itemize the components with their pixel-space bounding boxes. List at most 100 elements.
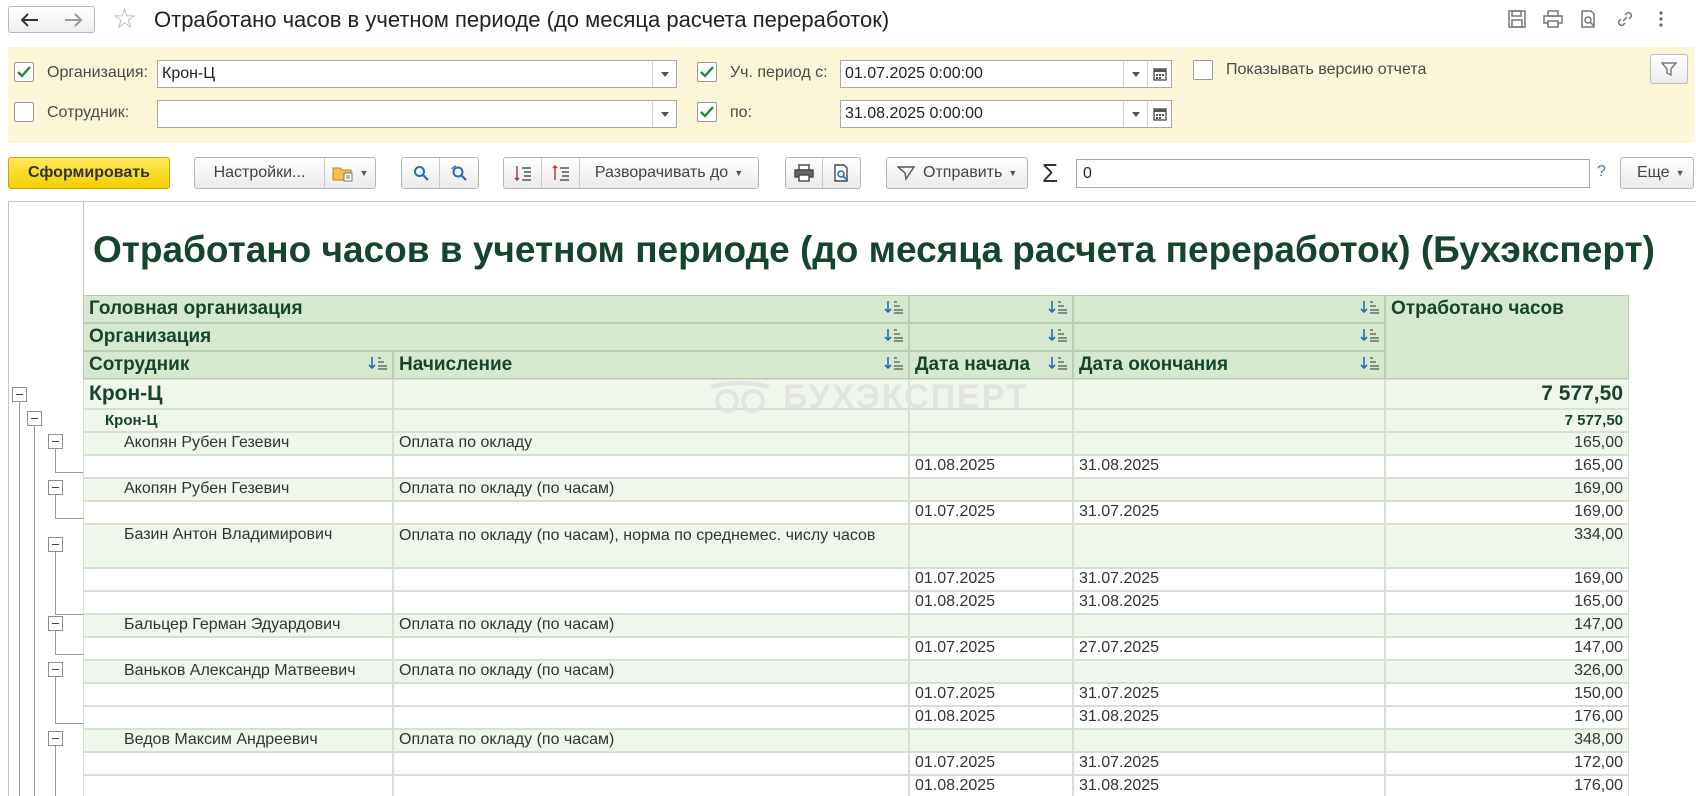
- organization-field[interactable]: Крон-Ц: [157, 60, 677, 88]
- filter-settings-button[interactable]: [1650, 54, 1688, 84]
- period-to-field[interactable]: 31.08.2025 0:00:00: [840, 100, 1172, 128]
- collapse-employee-toggle[interactable]: [48, 434, 63, 449]
- period-to-dropdown-button[interactable]: [1123, 101, 1147, 127]
- header-start-group-2[interactable]: [909, 323, 1073, 351]
- print-preview-button[interactable]: [823, 158, 860, 188]
- preview-icon[interactable]: [1578, 8, 1600, 30]
- detail-hours: 176,00: [1385, 775, 1629, 796]
- collapse-employee-toggle[interactable]: [48, 537, 63, 552]
- folder-settings-icon: [332, 167, 353, 182]
- help-link[interactable]: ?: [1597, 163, 1606, 181]
- favorite-star-icon[interactable]: ☆: [112, 5, 137, 33]
- period-from-label: Уч. период с:: [730, 64, 828, 81]
- more-vertical-icon[interactable]: [1650, 8, 1672, 30]
- expand-to-button[interactable]: Разворачивать до ▼: [580, 158, 758, 188]
- grouping-group: Разворачивать до ▼: [503, 157, 759, 189]
- header-org[interactable]: Организация: [83, 323, 909, 351]
- report-variant-button[interactable]: ▼: [325, 158, 375, 188]
- generate-button[interactable]: Сформировать: [8, 157, 170, 189]
- employee-accrual: Оплата по окладу (по часам): [393, 614, 909, 637]
- group1-end: [1073, 379, 1385, 409]
- send-button[interactable]: Отправить ▼: [886, 157, 1028, 189]
- employee-end: [1073, 729, 1385, 752]
- expand-all-button[interactable]: [542, 158, 580, 188]
- employee-dropdown-button[interactable]: [652, 101, 676, 127]
- period-to-label: по:: [730, 104, 753, 121]
- forward-button[interactable]: [51, 6, 95, 33]
- detail-employee: [83, 775, 393, 796]
- detail-date-end: 31.08.2025: [1073, 455, 1385, 478]
- organization-dropdown-button[interactable]: [652, 61, 676, 87]
- sum-icon: Σ: [1042, 158, 1059, 188]
- header-start-group-1[interactable]: [909, 295, 1073, 323]
- link-icon[interactable]: [1614, 8, 1636, 30]
- chevron-down-icon: ▼: [1675, 168, 1685, 178]
- find-button[interactable]: [402, 158, 440, 188]
- more-button[interactable]: Еще ▼: [1620, 157, 1694, 189]
- expand-groups-icon: [552, 165, 569, 181]
- tree-line: [19, 402, 20, 796]
- period-from-calendar-button[interactable]: [1147, 61, 1171, 87]
- search-next-icon: [451, 165, 467, 181]
- find-next-button[interactable]: [440, 158, 478, 188]
- show-version-checkbox[interactable]: [1193, 60, 1213, 80]
- collapse-group-2-toggle[interactable]: [27, 411, 42, 426]
- collapse-group-1-toggle[interactable]: [12, 387, 27, 402]
- header-end-group-2[interactable]: [1073, 323, 1385, 351]
- header-head-org[interactable]: Головная организация: [83, 295, 909, 323]
- collapse-all-button[interactable]: [504, 158, 542, 188]
- more-label: Еще: [1637, 164, 1670, 181]
- header-date-end-label: Дата окончания: [1079, 354, 1229, 375]
- header-date-end[interactable]: Дата окончания: [1073, 351, 1385, 379]
- sort-icon: [1360, 329, 1379, 342]
- header-accrual[interactable]: Начисление: [393, 351, 909, 379]
- back-button[interactable]: [8, 6, 52, 33]
- report-spreadsheet[interactable]: Отработано часов в учетном периоде (до м…: [8, 201, 1696, 796]
- header-date-start[interactable]: Дата начала: [909, 351, 1073, 379]
- sum-field[interactable]: 0: [1076, 159, 1590, 188]
- group1-hours: 7 577,50: [1385, 379, 1629, 409]
- watermark-text: БУХЭКСПЕРТ: [783, 378, 1029, 416]
- tree-line: [55, 723, 83, 724]
- organization-checkbox[interactable]: [14, 62, 34, 82]
- print-icon[interactable]: [1542, 8, 1564, 30]
- sort-icon: [1048, 357, 1067, 370]
- employee-start: [909, 614, 1073, 637]
- period-to-value: 31.08.2025 0:00:00: [845, 105, 983, 122]
- detail-date-end: 31.07.2025: [1073, 501, 1385, 524]
- employee-end: [1073, 432, 1385, 455]
- detail-date-start: 01.07.2025: [909, 568, 1073, 591]
- preview-icon: [833, 164, 848, 182]
- employee-name: Базин Антон Владимирович: [83, 524, 393, 568]
- period-from-field[interactable]: 01.07.2025 0:00:00: [840, 60, 1172, 88]
- chevron-down-icon: ▼: [359, 168, 369, 178]
- employee-accrual: Оплата по окладу (по часам): [393, 660, 909, 683]
- employee-field[interactable]: [157, 100, 677, 128]
- period-from-dropdown-button[interactable]: [1123, 61, 1147, 87]
- period-to-calendar-button[interactable]: [1147, 101, 1171, 127]
- settings-button[interactable]: Настройки...: [195, 158, 325, 188]
- employee-checkbox[interactable]: [14, 102, 34, 122]
- detail-accrual: [393, 591, 909, 614]
- period-from-checkbox[interactable]: [697, 62, 717, 82]
- collapse-employee-toggle[interactable]: [48, 480, 63, 495]
- detail-date-start: 01.07.2025: [909, 637, 1073, 660]
- employee-label: Сотрудник:: [47, 104, 130, 121]
- collapse-employee-toggle[interactable]: [48, 731, 63, 746]
- print-button[interactable]: [786, 158, 824, 188]
- employee-start: [909, 524, 1073, 568]
- tree-line: [55, 677, 56, 723]
- header-end-group-1[interactable]: [1073, 295, 1385, 323]
- collapse-employee-toggle[interactable]: [48, 616, 63, 631]
- search-group: [401, 157, 479, 189]
- employee-start: [909, 660, 1073, 683]
- header-employee[interactable]: Сотрудник: [83, 351, 393, 379]
- save-icon[interactable]: [1506, 8, 1528, 30]
- collapse-employee-toggle[interactable]: [48, 662, 63, 677]
- header-hours[interactable]: Отработано часов: [1385, 295, 1629, 379]
- period-to-checkbox[interactable]: [697, 102, 717, 122]
- employee-hours: 147,00: [1385, 614, 1629, 637]
- print-icon: [794, 164, 814, 182]
- tree-line: [55, 631, 56, 654]
- watermark-logo-icon: [710, 380, 770, 413]
